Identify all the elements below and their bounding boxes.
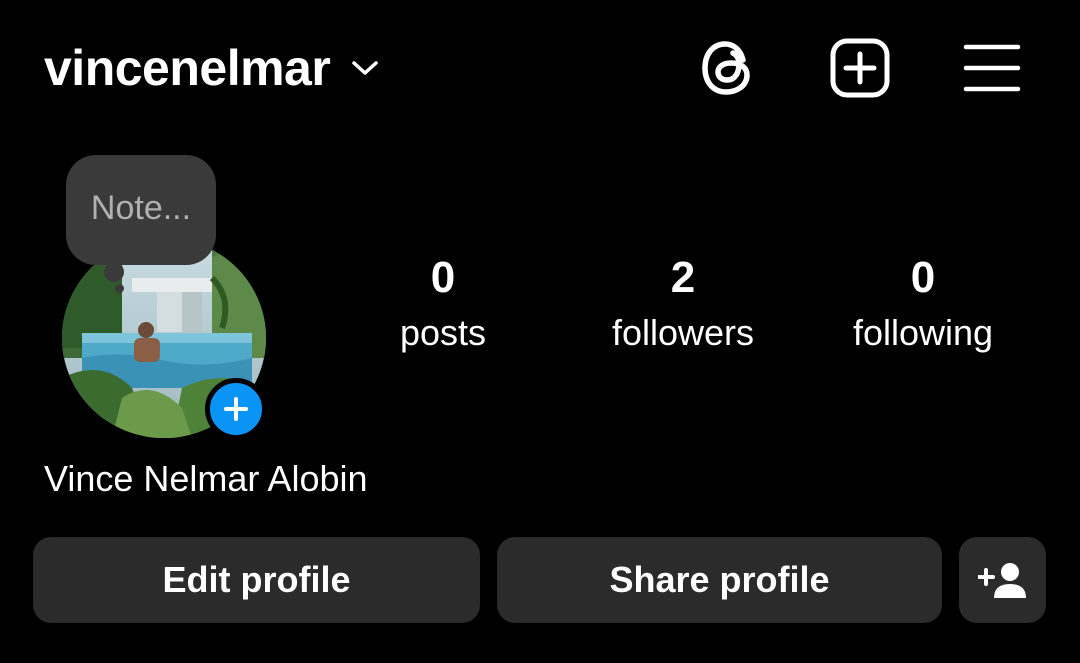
note-tail-large (104, 262, 124, 282)
create-plus-icon[interactable] (828, 36, 892, 100)
note-bubble[interactable]: Note... (66, 155, 216, 265)
note-placeholder: Note... (90, 189, 192, 227)
share-profile-button[interactable]: Share profile (497, 537, 942, 623)
account-switcher[interactable]: vincenelmar (44, 30, 380, 106)
full-name: Vince Nelmar Alobin (44, 458, 368, 499)
threads-icon[interactable] (696, 36, 760, 100)
stat-posts[interactable]: 0 posts (343, 252, 543, 358)
edit-profile-button[interactable]: Edit profile (33, 537, 480, 623)
followers-label: followers (611, 312, 755, 353)
note-tail-small (115, 284, 124, 293)
stat-following[interactable]: 0 following (823, 252, 1023, 358)
plus-icon (224, 397, 248, 421)
username: vincenelmar (44, 40, 331, 96)
following-label: following (852, 312, 994, 353)
hamburger-menu-icon[interactable] (960, 36, 1024, 100)
stat-followers[interactable]: 2 followers (583, 252, 783, 358)
posts-count: 0 (430, 253, 456, 302)
discover-people-button[interactable] (959, 537, 1046, 623)
chevron-down-icon (352, 61, 379, 75)
followers-count: 2 (670, 253, 696, 302)
add-story-button[interactable] (205, 378, 267, 440)
add-person-icon (977, 563, 1026, 598)
profile-picture-container (62, 238, 268, 440)
following-count: 0 (910, 253, 936, 302)
posts-label: posts (399, 312, 487, 353)
